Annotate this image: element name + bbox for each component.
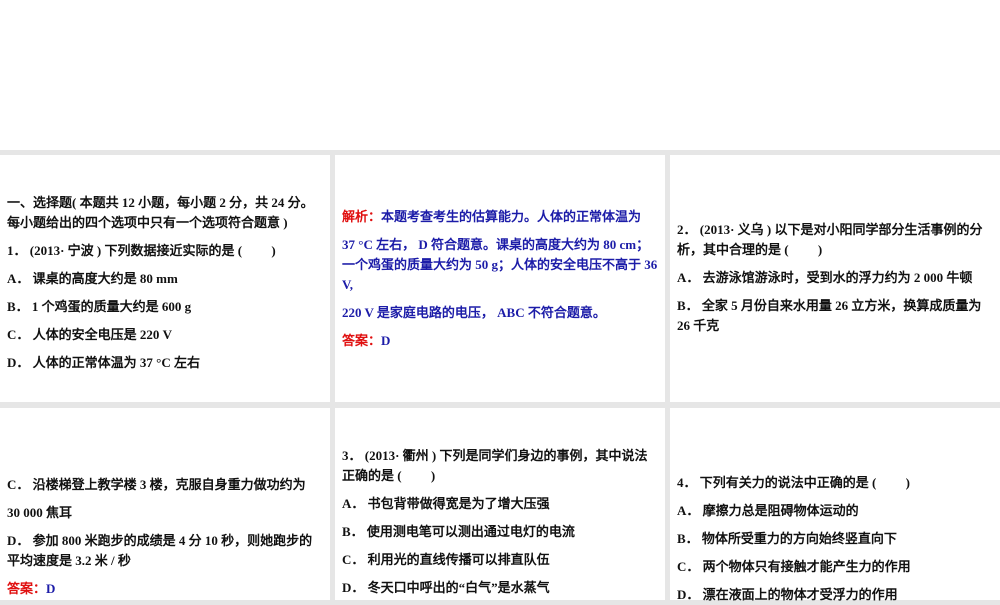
- slide-panel-analysis-1: 解析：本题考查考生的估算能力。人体的正常体温为 37 °C 左右， D 符合题意…: [335, 155, 665, 402]
- option-a: A． 去游泳馆游泳时，受到水的浮力约为 2 000 牛顿: [677, 270, 973, 285]
- answer-label: 答案：: [7, 581, 47, 596]
- question-1: 1． (2013· 宁波 ) 下列数据接近实际的是 ( ): [7, 243, 276, 258]
- option-b: B． 1 个鸡蛋的质量大约是 600 g: [7, 299, 192, 314]
- option-c: C． 利用光的直线传播可以排直队伍: [342, 552, 550, 567]
- option-b: B． 物体所受重力的方向始终竖直向下: [677, 531, 897, 546]
- question-4: 4． 下列有关力的说法中正确的是 ( ): [677, 475, 910, 490]
- answer-line: 答案：D: [7, 579, 323, 599]
- section-title: 一、选择题: [7, 195, 73, 210]
- analysis-line: 解析：本题考查考生的估算能力。人体的正常体温为: [342, 207, 658, 227]
- option-c: C． 沿楼梯登上教学楼 3 楼，克服自身重力做功约为: [7, 477, 306, 492]
- option-b: B． 全家 5 月份自来水用量 26 立方米，换算成质量为 26 千克: [677, 298, 982, 333]
- answer-value: D: [46, 581, 56, 596]
- answer-line: 答案：D: [342, 331, 658, 351]
- option-c: C． 两个物体只有接触才能产生力的作用: [677, 559, 911, 574]
- section-heading: 一、选择题( 本题共 12 小题，每小题 2 分，共 24 分。每小题给出的四个…: [7, 193, 323, 233]
- option-c: C． 人体的安全电压是 220 V: [7, 327, 173, 342]
- slide-panel-q1: 一、选择题( 本题共 12 小题，每小题 2 分，共 24 分。每小题给出的四个…: [0, 155, 330, 402]
- answer-label: 答案：: [342, 333, 382, 348]
- option-c-cont: 30 000 焦耳: [7, 505, 73, 520]
- question-3: 3． (2013· 衢州 ) 下列是同学们身边的事例，其中说法正确的是 ( ): [342, 448, 648, 483]
- option-d: D． 参加 800 米跑步的成绩是 4 分 10 秒，则她跑步的平均速度是 3.…: [7, 533, 313, 568]
- blank-header-area: [0, 0, 1000, 150]
- option-a: A． 书包背带做得宽是为了增大压强: [342, 496, 550, 511]
- option-a: A． 课桌的高度大约是 80 mm: [7, 271, 178, 286]
- slide-panel-q2: 2． (2013· 义乌 ) 以下是对小阳同学部分生活事例的分析，其中合理的是 …: [670, 155, 1000, 402]
- analysis-text: 37 °C 左右， D 符合题意。课桌的高度大约为 80 cm；一个鸡蛋的质量大…: [342, 237, 658, 292]
- option-b: B． 使用测电笔可以测出通过电灯的电流: [342, 524, 575, 539]
- analysis-text: 220 V 是家庭电路的电压， ABC 不符合题意。: [342, 305, 606, 320]
- slide-panel-q3: 3． (2013· 衢州 ) 下列是同学们身边的事例，其中说法正确的是 ( ) …: [335, 408, 665, 600]
- slide-panel-q2-cont: C． 沿楼梯登上教学楼 3 楼，克服自身重力做功约为 30 000 焦耳 D． …: [0, 408, 330, 600]
- slide-panel-q4: 4． 下列有关力的说法中正确的是 ( ) A． 摩擦力总是阻碍物体运动的 B． …: [670, 408, 1000, 602]
- option-d: D． 冬天口中呼出的“白气”是水蒸气: [342, 580, 550, 595]
- option-d: D． 漂在液面上的物体才受浮力的作用: [677, 587, 898, 602]
- analysis-text: 本题考查考生的估算能力。人体的正常体温为: [381, 209, 642, 224]
- answer-value: D: [381, 333, 391, 348]
- option-a: A． 摩擦力总是阻碍物体运动的: [677, 503, 859, 518]
- question-2: 2． (2013· 义乌 ) 以下是对小阳同学部分生活事例的分析，其中合理的是 …: [677, 222, 983, 257]
- analysis-label: 解析：: [342, 209, 382, 224]
- option-d: D． 人体的正常体温为 37 °C 左右: [7, 355, 200, 370]
